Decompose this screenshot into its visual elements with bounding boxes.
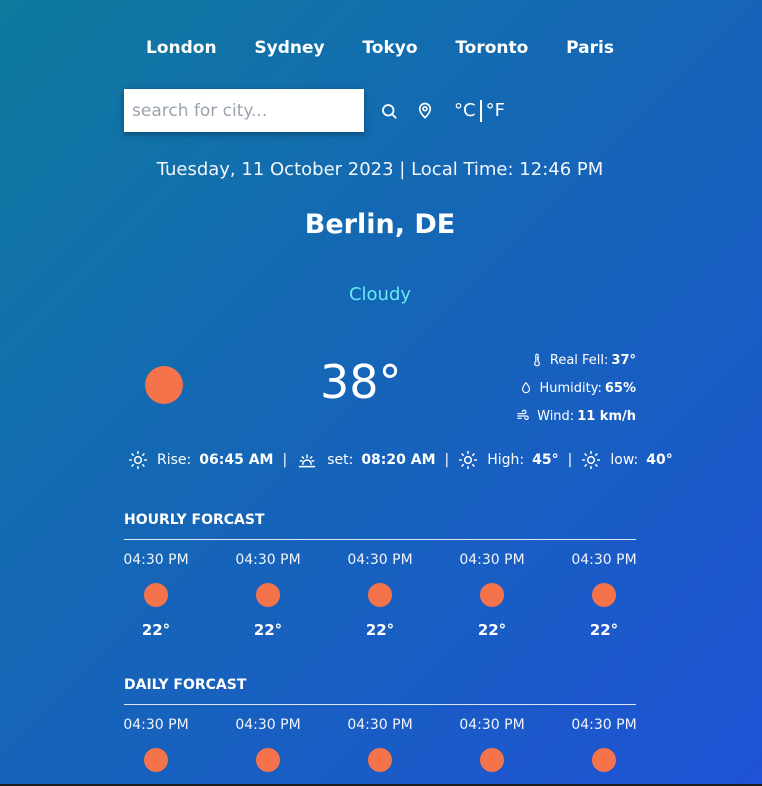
celsius-button[interactable]: °C [454, 100, 476, 121]
high-label: High: [487, 452, 525, 468]
detail-value: 65% [604, 380, 636, 396]
detail-real-feel: Real Fell: 37° [515, 346, 636, 374]
thermometer-icon [533, 353, 540, 367]
separator: | [282, 452, 288, 468]
forecast-time: 04:30 PM [347, 717, 413, 733]
city-link-london[interactable]: London [146, 38, 217, 58]
forecast-temp: 22° [365, 621, 395, 639]
high-item: High: 45° [458, 450, 559, 470]
separator: | [444, 452, 450, 468]
sun-icon [592, 583, 616, 607]
sun-icon [256, 583, 280, 607]
forecast-temp: 22° [589, 621, 619, 639]
daily-forecast-item: 04:30 PM [347, 717, 413, 772]
forecast-time: 04:30 PM [123, 717, 189, 733]
sunset-label: set: [327, 452, 354, 468]
city-nav: London Sydney Tokyo Toronto Paris [124, 38, 636, 58]
daily-forecast-list: 04:30 PM 04:30 PM 04:30 PM 04:30 PM 04:3… [123, 717, 637, 772]
sun-icon [592, 748, 616, 772]
sunset-value: 08:20 AM [361, 452, 436, 468]
sunrise-value: 06:45 AM [199, 452, 274, 468]
forecast-temp: 22° [141, 621, 171, 639]
low-label: low: [610, 452, 639, 468]
sun-icon [368, 583, 392, 607]
sun-outline-icon [459, 450, 478, 470]
droplet-icon [522, 381, 531, 394]
daily-forecast-item: 04:30 PM [235, 717, 301, 772]
forecast-time: 04:30 PM [571, 552, 637, 568]
hourly-forecast-item: 04:30 PM 22° [459, 552, 525, 639]
forecast-time: 04:30 PM [459, 717, 525, 733]
location-title: Berlin, DE [304, 209, 456, 240]
daily-forecast-item: 04:30 PM [459, 717, 525, 772]
forecast-time: 04:30 PM [459, 552, 525, 568]
forecast-time: 04:30 PM [235, 717, 301, 733]
detail-value: 37° [611, 352, 636, 368]
city-link-toronto[interactable]: Toronto [455, 38, 528, 58]
daily-forecast-item: 04:30 PM [123, 717, 189, 772]
sun-times-bar: Rise: 06:45 AM | set: 08:20 AM | High: 4… [128, 450, 673, 470]
weather-details: Real Fell: 37° Humidity: 65% Wind: 11 km… [515, 346, 636, 430]
detail-label: Real Fell: [549, 352, 609, 368]
sunrise-label: Rise: [157, 452, 192, 468]
sun-icon [256, 748, 280, 772]
wind-icon [517, 409, 529, 421]
search-icon[interactable] [378, 100, 400, 122]
weather-condition: Cloudy [348, 284, 412, 305]
sunrise-icon [128, 450, 148, 470]
detail-value: 11 km/h [577, 408, 636, 424]
sun-icon [144, 583, 168, 607]
low-value: 40° [646, 452, 673, 468]
unit-divider [479, 99, 482, 122]
detail-label: Humidity: [539, 380, 602, 396]
sunrise-item: Rise: 06:45 AM [128, 450, 273, 470]
daily-forecast-item: 04:30 PM [571, 717, 637, 772]
daily-forecast-title: DAILY FORCAST [124, 677, 636, 705]
sun-icon [144, 748, 168, 772]
city-link-sydney[interactable]: Sydney [254, 38, 324, 58]
location-pin-icon[interactable] [414, 100, 436, 122]
current-temperature: 38° [320, 355, 402, 409]
forecast-time: 04:30 PM [235, 552, 301, 568]
forecast-time: 04:30 PM [123, 552, 189, 568]
hourly-forecast-item: 04:30 PM 22° [347, 552, 413, 639]
hourly-forecast-item: 04:30 PM 22° [235, 552, 301, 639]
separator: | [567, 452, 573, 468]
sunset-item: set: 08:20 AM [296, 450, 436, 470]
search-input[interactable] [124, 89, 364, 132]
detail-wind: Wind: 11 km/h [515, 402, 636, 430]
unit-toggle: °C °F [454, 99, 505, 122]
forecast-temp: 22° [253, 621, 283, 639]
detail-humidity: Humidity: 65% [515, 374, 636, 402]
low-item: low: 40° [581, 450, 673, 470]
forecast-time: 04:30 PM [571, 717, 637, 733]
sun-icon [145, 366, 183, 404]
city-link-tokyo[interactable]: Tokyo [362, 38, 417, 58]
hourly-forecast-list: 04:30 PM 22° 04:30 PM 22° 04:30 PM 22° 0… [123, 552, 637, 639]
sun-icon [480, 583, 504, 607]
sunset-icon [298, 454, 316, 468]
high-value: 45° [532, 452, 559, 468]
local-datetime: Tuesday, 11 October 2023 | Local Time: 1… [156, 159, 604, 180]
search-bar: °C °F [124, 89, 505, 132]
sun-icon [480, 748, 504, 772]
forecast-temp: 22° [477, 621, 507, 639]
fahrenheit-button[interactable]: °F [486, 100, 505, 121]
detail-label: Wind: [537, 408, 575, 424]
hourly-forecast-title: HOURLY FORCAST [124, 512, 636, 540]
hourly-forecast-item: 04:30 PM 22° [123, 552, 189, 639]
city-link-paris[interactable]: Paris [566, 38, 614, 58]
sun-outline-icon [582, 450, 601, 470]
sun-icon [368, 748, 392, 772]
hourly-forecast-item: 04:30 PM 22° [571, 552, 637, 639]
forecast-time: 04:30 PM [347, 552, 413, 568]
